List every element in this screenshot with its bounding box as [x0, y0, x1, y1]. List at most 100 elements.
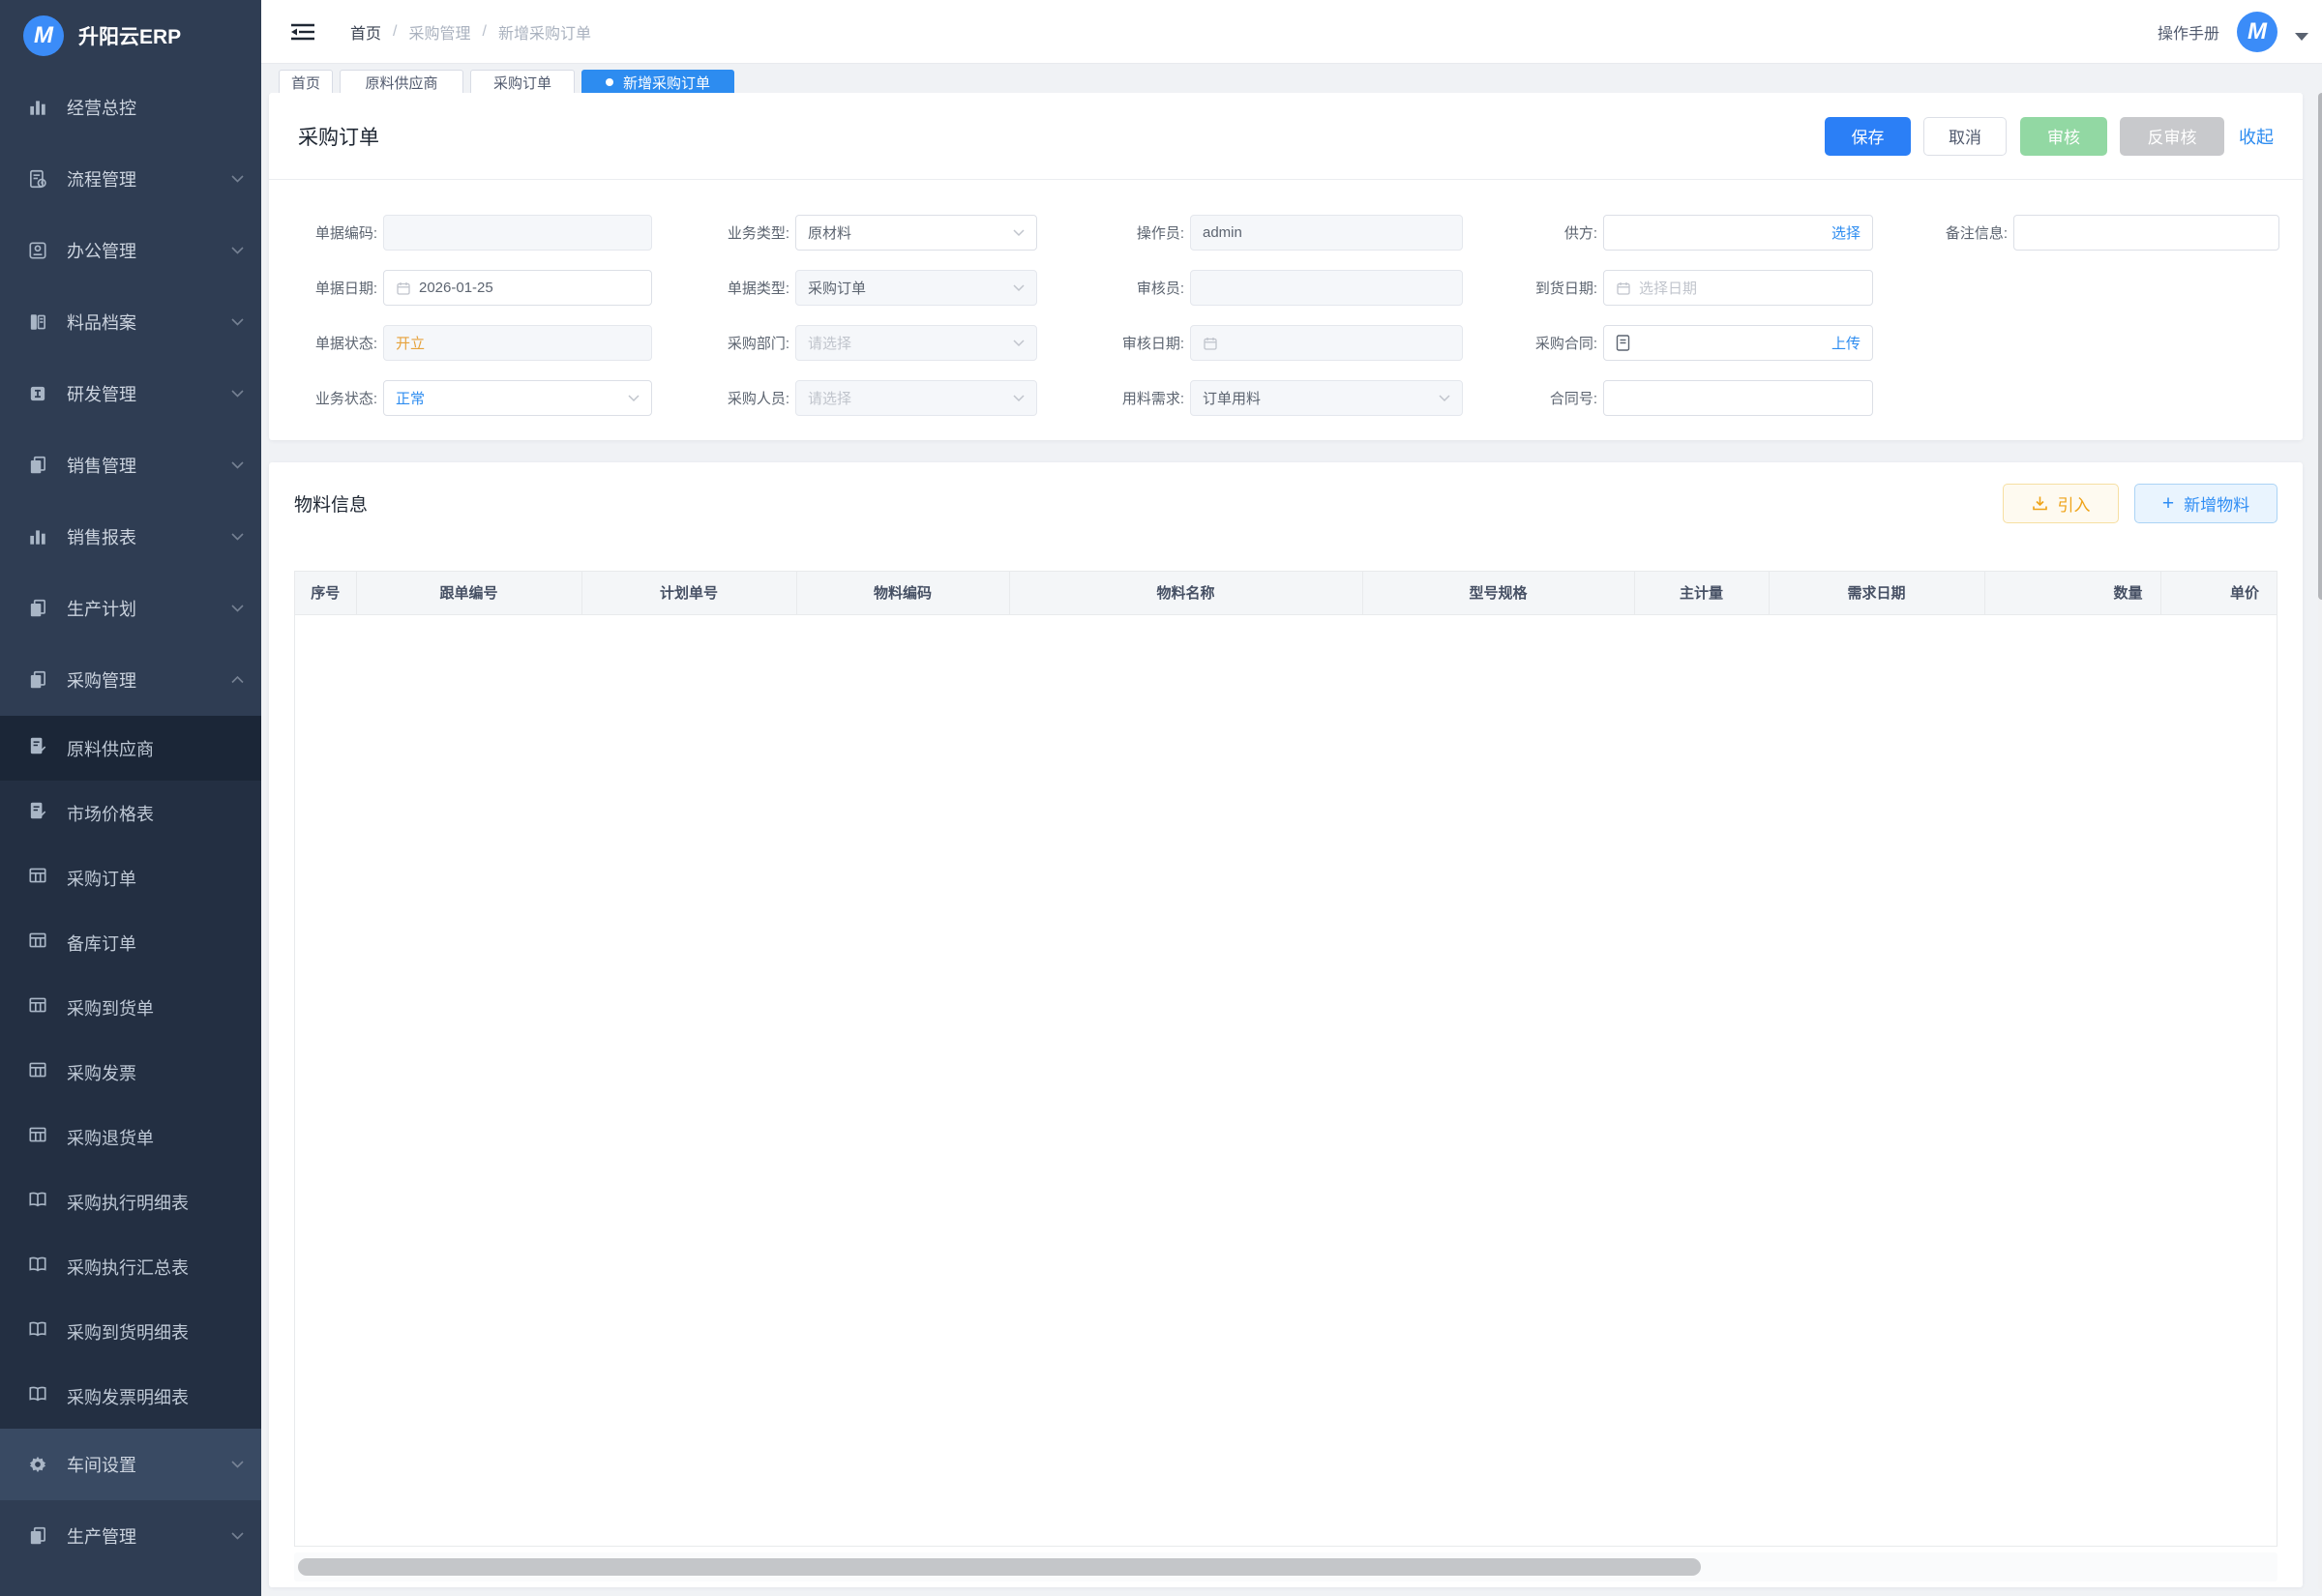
sidebar-item-production-plan[interactable]: 生产计划	[0, 573, 261, 644]
operator-input: admin	[1190, 215, 1463, 251]
horizontal-scrollbar-thumb[interactable]	[298, 1558, 1701, 1576]
sidebar-subitem-purchase-invoice[interactable]: 采购发票	[0, 1040, 261, 1105]
sidebar-subitem-label: 采购发票	[67, 1060, 136, 1085]
sidebar-subitem-label: 采购退货单	[67, 1125, 154, 1150]
column-header-plan-no: 计划单号	[581, 572, 796, 614]
horizontal-scrollbar[interactable]	[294, 1552, 2277, 1581]
field-value: 2026-01-25	[419, 280, 493, 296]
chevron-down-icon	[231, 385, 244, 402]
breadcrumb-purchase[interactable]: 采购管理	[408, 20, 470, 44]
purchase-submenu: 原料供应商 市场价格表 采购订单 备库订单	[0, 716, 261, 1429]
tab-purchase-order[interactable]: 采购订单	[470, 70, 575, 93]
book-open-icon	[27, 1318, 48, 1345]
tab-raw-supplier[interactable]: 原料供应商	[340, 70, 463, 93]
sidebar-item-materials-archive[interactable]: 料品档案	[0, 286, 261, 358]
sidebar-item-production[interactable]: 生产管理	[0, 1500, 261, 1572]
cancel-button[interactable]: 取消	[1923, 117, 2007, 156]
chevron-down-icon	[231, 313, 244, 331]
sidebar-item-label: 料品档案	[67, 310, 231, 335]
office-card-icon	[27, 240, 48, 261]
sidebar-subitem-label: 采购发票明细表	[67, 1384, 189, 1409]
sidebar-item-purchase[interactable]: 采购管理	[0, 644, 261, 716]
collapse-sidebar-icon[interactable]	[290, 21, 315, 43]
sidebar-subitem-label: 原料供应商	[67, 736, 154, 761]
sidebar-item-label: 研发管理	[67, 381, 231, 406]
breadcrumb-home[interactable]: 首页	[350, 20, 381, 44]
unaudit-button: 反审核	[2120, 117, 2224, 156]
sidebar-subitem-raw-supplier[interactable]: 原料供应商	[0, 716, 261, 781]
field-value: 开立	[396, 333, 425, 353]
manual-link[interactable]: 操作手册	[2158, 20, 2219, 44]
sidebar-subitem-stock-order[interactable]: 备库订单	[0, 910, 261, 975]
field-label: 单据类型:	[710, 278, 795, 298]
field-value: admin	[1203, 224, 1242, 241]
arrival-date-picker[interactable]: 选择日期	[1603, 270, 1873, 306]
sidebar-item-rd[interactable]: 研发管理	[0, 358, 261, 429]
collapse-form-link[interactable]: 收起	[2239, 124, 2274, 149]
vertical-scrollbar-thumb[interactable]	[2318, 93, 2322, 600]
contract-upload-field[interactable]: 上传	[1603, 325, 1873, 361]
chevron-down-icon	[231, 1456, 244, 1473]
doc-date-picker[interactable]: 2026-01-25	[383, 270, 652, 306]
sidebar-subitem-purchase-return[interactable]: 采购退货单	[0, 1105, 261, 1169]
supplier-select-link[interactable]: 选择	[1831, 222, 1861, 243]
field-value: 采购订单	[808, 278, 866, 298]
field-label: 审核日期:	[1105, 333, 1190, 353]
sidebar-subitem-label: 市场价格表	[67, 801, 154, 826]
pages-icon	[27, 669, 48, 691]
sidebar-item-processing-workshop[interactable]: 加工车间	[0, 1572, 261, 1596]
biz-status-select[interactable]: 正常	[383, 380, 652, 416]
chevron-down-icon	[231, 170, 244, 188]
sidebar-item-process[interactable]: 流程管理	[0, 143, 261, 215]
breadcrumb-current: 新增采购订单	[498, 20, 591, 44]
field-label: 到货日期:	[1518, 278, 1603, 298]
table-grid-icon	[27, 1124, 48, 1150]
tab-new-purchase-order[interactable]: 新增采购订单	[581, 70, 734, 93]
vertical-scrollbar[interactable]	[2318, 93, 2322, 1590]
tab-label: 原料供应商	[365, 73, 437, 93]
sidebar-item-sales[interactable]: 销售管理	[0, 429, 261, 501]
add-material-button[interactable]: + 新增物料	[2134, 484, 2277, 523]
calendar-icon	[396, 281, 411, 296]
biz-type-select[interactable]: 原材料	[795, 215, 1037, 251]
sidebar-item-office[interactable]: 办公管理	[0, 215, 261, 286]
sidebar-subitem-arrival-order[interactable]: 采购到货单	[0, 975, 261, 1040]
sidebar-item-workshop-settings[interactable]: 车间设置	[0, 1429, 261, 1500]
sidebar-subitem-invoice-detail[interactable]: 采购发票明细表	[0, 1364, 261, 1429]
contract-no-input[interactable]	[1603, 380, 1873, 416]
materials-header: 物料信息 引入 + 新增物料	[269, 462, 2303, 544]
field-placeholder: 选择日期	[1639, 278, 1697, 298]
chevron-down-icon	[231, 528, 244, 546]
auditor-input	[1190, 270, 1463, 306]
sidebar-subitem-label: 备库订单	[67, 931, 136, 956]
chevron-down-icon	[231, 457, 244, 474]
breadcrumb-separator: /	[482, 23, 486, 41]
sidebar-subitem-purchase-order[interactable]: 采购订单	[0, 845, 261, 910]
sidebar-subitem-arrival-detail[interactable]: 采购到货明细表	[0, 1299, 261, 1364]
book-open-icon	[27, 1254, 48, 1280]
sidebar-item-sales-report[interactable]: 销售报表	[0, 501, 261, 573]
supplier-input[interactable]: 选择	[1603, 215, 1873, 251]
sidebar-item-dashboard[interactable]: 经营总控	[0, 72, 261, 143]
rd-badge-icon	[27, 383, 48, 404]
user-avatar[interactable]: M	[2237, 12, 2277, 52]
sidebar-subitem-label: 采购执行汇总表	[67, 1255, 189, 1280]
save-button[interactable]: 保存	[1825, 117, 1911, 156]
remark-input[interactable]	[2013, 215, 2279, 251]
sidebar-subitem-exec-detail[interactable]: 采购执行明细表	[0, 1169, 261, 1234]
tab-home[interactable]: 首页	[279, 70, 333, 93]
field-label: 采购合同:	[1518, 333, 1603, 353]
contract-upload-link[interactable]: 上传	[1831, 333, 1861, 353]
order-form-header: 采购订单 保存 取消 审核 反审核 收起	[269, 93, 2303, 180]
sidebar-subitem-exec-summary[interactable]: 采购执行汇总表	[0, 1234, 261, 1299]
open-tabs-bar: 首页 原料供应商 采购订单 新增采购订单	[261, 64, 2322, 93]
sidebar-subitem-market-price[interactable]: 市场价格表	[0, 781, 261, 845]
sidebar: M 升阳云ERP 经营总控 流程管理 办公管理	[0, 0, 261, 1596]
active-tab-dot-icon	[606, 78, 613, 86]
field-value: 订单用料	[1203, 388, 1261, 408]
import-button[interactable]: 引入	[2003, 484, 2119, 523]
column-header-quantity: 数量	[1984, 572, 2160, 614]
column-header-material-code: 物料编码	[796, 572, 1009, 614]
chevron-down-icon	[231, 1527, 244, 1545]
user-menu-caret-icon[interactable]	[2295, 33, 2308, 41]
